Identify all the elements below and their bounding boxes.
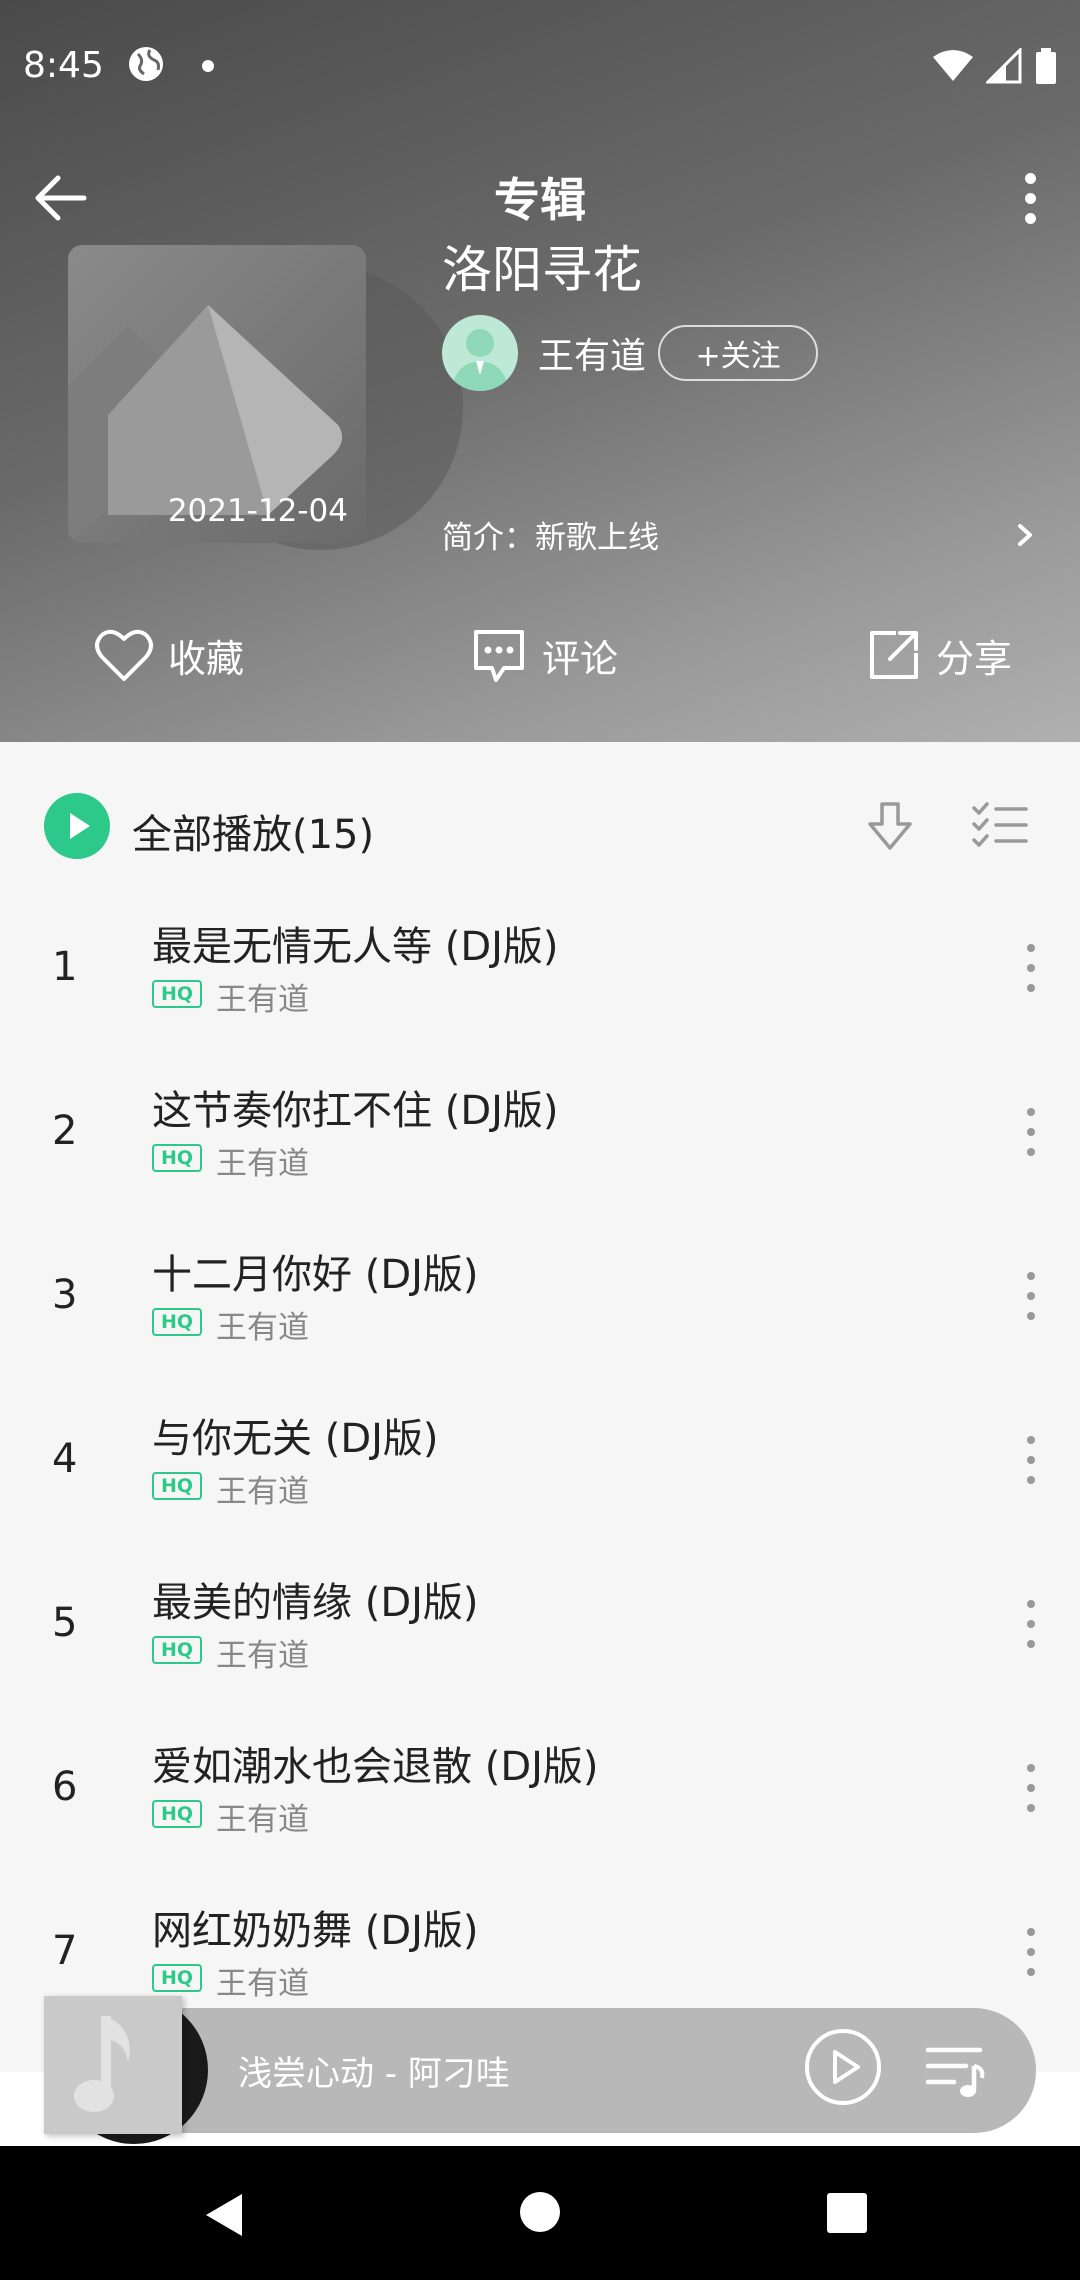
nav-back-icon[interactable] (200, 2190, 250, 2240)
person-icon (452, 329, 508, 391)
song-artist: 王有道 (216, 1966, 309, 2002)
system-nav-bar (0, 2146, 1080, 2280)
collect-button[interactable]: 收藏 (94, 620, 244, 690)
song-row[interactable]: 6 爱如潮水也会退散 (DJ版) HQ 王有道 (0, 1722, 1080, 1886)
comment-label: 评论 (542, 636, 619, 681)
play-icon (70, 813, 90, 839)
play-all-row: 全部播放(15) (0, 742, 1080, 912)
notification-dot-icon (202, 60, 214, 72)
song-row[interactable]: 5 最美的情缘 (DJ版) HQ 王有道 (0, 1558, 1080, 1722)
multi-select-icon[interactable] (970, 798, 1030, 854)
collect-label: 收藏 (168, 636, 245, 681)
page-title: 专辑 (494, 173, 586, 227)
album-header: 8:45 专辑 2021-12-04 洛阳寻花 王有道 +关注 简介：新歌上线 … (0, 0, 1080, 742)
song-artist: 王有道 (216, 1802, 309, 1838)
follow-button[interactable]: +关注 (658, 325, 819, 381)
artist-name[interactable]: 王有道 (538, 327, 646, 379)
now-playing-text[interactable]: 浅尝心动 - 阿刁哇 (238, 2046, 510, 2095)
song-artist: 王有道 (216, 982, 309, 1018)
music-note-icon (74, 2016, 130, 2112)
hq-badge: HQ (152, 1472, 202, 1500)
song-number: 6 (52, 1764, 78, 1810)
album-name: 洛阳寻花 (442, 241, 642, 299)
hq-badge: HQ (152, 1636, 202, 1664)
song-row[interactable]: 4 与你无关 (DJ版) HQ 王有道 (0, 1394, 1080, 1558)
song-row[interactable]: 1 最是无情无人等 (DJ版) HQ 王有道 (0, 902, 1080, 1066)
share-icon (870, 631, 918, 679)
hq-badge: HQ (152, 1144, 202, 1172)
play-all-icon[interactable] (44, 793, 110, 859)
player-album-art[interactable] (44, 1996, 182, 2134)
song-number: 5 (52, 1600, 78, 1646)
artist-row: 王有道 +关注 (442, 315, 819, 391)
song-more-icon[interactable] (1016, 1922, 1046, 1982)
playlist-icon[interactable] (924, 2040, 988, 2100)
song-title: 网红奶奶舞 (DJ版) (152, 1908, 479, 1954)
song-row[interactable]: 3 十二月你好 (DJ版) HQ 王有道 (0, 1230, 1080, 1394)
song-number: 7 (52, 1928, 78, 1974)
heart-icon (95, 629, 153, 681)
status-bar: 8:45 (0, 0, 1080, 135)
artist-avatar[interactable] (442, 315, 518, 391)
song-more-icon[interactable] (1016, 1102, 1046, 1162)
play-all-button[interactable]: 全部播放(15) (132, 802, 374, 860)
album-intro[interactable]: 简介：新歌上线 (442, 512, 659, 557)
globe-icon (129, 47, 163, 81)
status-time: 8:45 (23, 45, 104, 86)
more-options-icon[interactable] (1000, 168, 1060, 228)
share-button[interactable]: 分享 (866, 620, 1012, 690)
wifi-icon (933, 50, 973, 81)
song-more-icon[interactable] (1016, 1594, 1046, 1654)
hq-badge: HQ (152, 980, 202, 1008)
song-artist: 王有道 (216, 1474, 309, 1510)
song-number: 2 (52, 1108, 78, 1154)
comment-icon (474, 630, 524, 682)
song-title: 爱如潮水也会退散 (DJ版) (152, 1744, 599, 1790)
nav-home-icon[interactable] (518, 2190, 562, 2234)
action-bar: 收藏 评论 分享 (0, 620, 1080, 690)
hq-badge: HQ (152, 1800, 202, 1828)
song-number: 4 (52, 1436, 78, 1482)
cover-art: 2021-12-04 (68, 245, 366, 543)
song-title: 与你无关 (DJ版) (152, 1416, 439, 1462)
song-title: 最美的情缘 (DJ版) (152, 1580, 479, 1626)
song-row[interactable]: 2 这节奏你扛不住 (DJ版) HQ 王有道 (0, 1066, 1080, 1230)
release-date: 2021-12-04 (167, 493, 348, 529)
song-title: 这节奏你扛不住 (DJ版) (152, 1088, 559, 1134)
share-label: 分享 (936, 636, 1013, 681)
song-list: 全部播放(15) 1 最是无情无人等 (DJ版) HQ 王有道 2 这节奏你扛不… (0, 742, 1080, 2072)
play-pause-icon[interactable] (802, 2026, 884, 2108)
song-number: 3 (52, 1272, 78, 1318)
comment-button[interactable]: 评论 (470, 620, 618, 690)
song-artist: 王有道 (216, 1146, 309, 1182)
song-more-icon[interactable] (1016, 1758, 1046, 1818)
battery-icon (1036, 48, 1056, 84)
song-artist: 王有道 (216, 1638, 309, 1674)
song-more-icon[interactable] (1016, 938, 1046, 998)
hq-badge: HQ (152, 1964, 202, 1992)
cellular-signal-icon (986, 48, 1022, 84)
top-bar: 专辑 (0, 160, 1080, 240)
download-icon[interactable] (862, 798, 918, 854)
album-cover[interactable]: 2021-12-04 (68, 245, 463, 550)
hq-badge: HQ (152, 1308, 202, 1336)
song-number: 1 (52, 944, 78, 990)
song-more-icon[interactable] (1016, 1430, 1046, 1490)
song-title: 最是无情无人等 (DJ版) (152, 924, 559, 970)
song-title: 十二月你好 (DJ版) (152, 1252, 479, 1298)
nav-recents-icon[interactable] (826, 2192, 868, 2234)
song-more-icon[interactable] (1016, 1266, 1046, 1326)
song-artist: 王有道 (216, 1310, 309, 1346)
chevron-right-icon[interactable] (1010, 518, 1040, 552)
